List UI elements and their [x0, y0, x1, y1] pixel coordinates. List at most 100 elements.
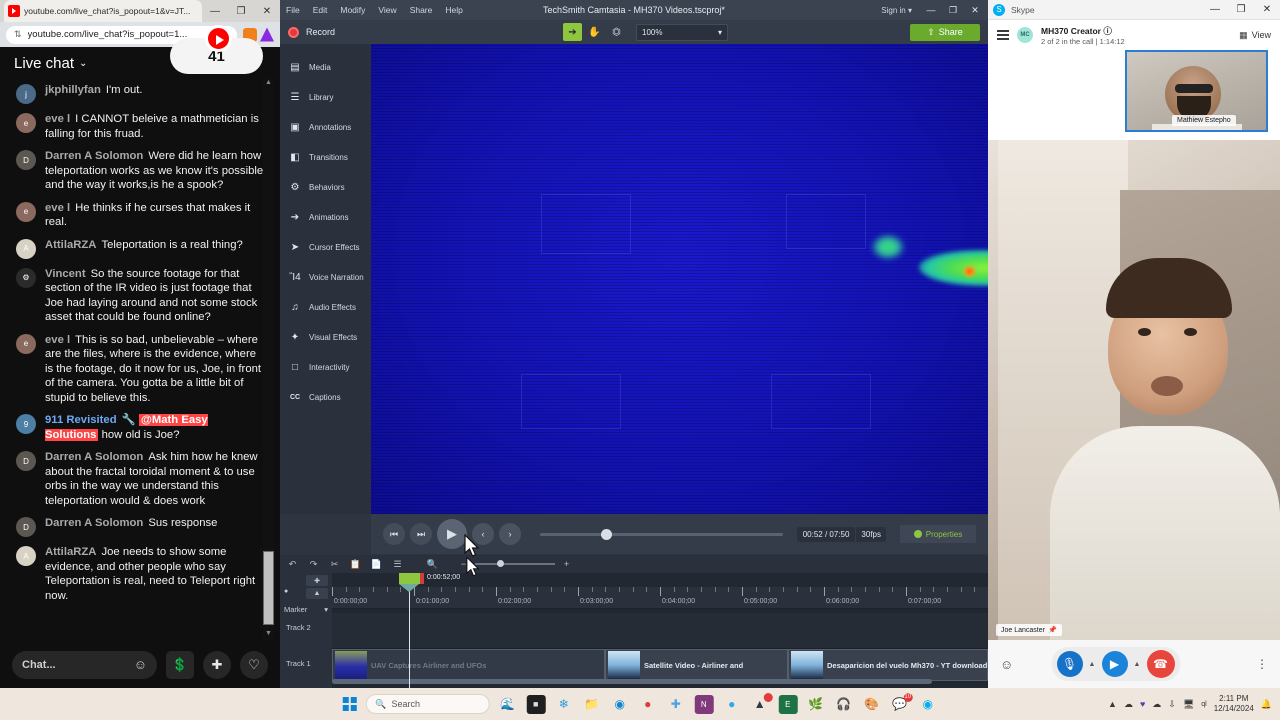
bell-icon[interactable]: 🔔: [1261, 699, 1272, 710]
drive-icon[interactable]: ▲: [750, 692, 773, 714]
add-track-button[interactable]: ✚: [306, 575, 328, 586]
camtasia-close-button[interactable]: ✕: [964, 0, 986, 20]
chat-message-list[interactable]: j jkphillyfan I'm out. e eve lI CANNOT belei…: [0, 79, 280, 641]
rail-item-transitions[interactable]: ◧ Transitions: [280, 142, 371, 172]
chat-message[interactable]: e eve l This is so bad, unbelievable – whe…: [0, 329, 280, 410]
chevron-down-icon[interactable]: ▾: [324, 605, 328, 614]
avatar[interactable]: D: [16, 150, 36, 170]
onenote-icon[interactable]: N: [694, 694, 714, 714]
chat-message-author[interactable]: Darren A Solomon: [45, 150, 143, 162]
camtasia-icon[interactable]: ■: [526, 694, 546, 714]
extension-purple-icon[interactable]: [260, 27, 274, 42]
camtasia-minimize-button[interactable]: —: [920, 0, 942, 20]
record-dot-icon[interactable]: ●: [284, 588, 288, 595]
hamburger-menu-icon[interactable]: [997, 30, 1009, 40]
properties-button[interactable]: Properties: [900, 525, 976, 543]
emoji-icon[interactable]: ☺: [134, 657, 147, 672]
windows-start-icon[interactable]: [342, 697, 357, 711]
chat-scrollbar[interactable]: ▲ ▼: [263, 79, 274, 641]
info-icon[interactable]: ⓘ: [1103, 26, 1112, 36]
timeline-clip[interactable]: Desaparicion del vuelo Mh370 - YT downlo…: [788, 649, 988, 681]
marker-row-header[interactable]: Marker ▾: [280, 601, 332, 617]
scroll-up-arrow-icon[interactable]: ▲: [263, 79, 274, 90]
chat-message-author[interactable]: Darren A Solomon: [45, 451, 143, 463]
select-tool-icon[interactable]: ➔: [563, 23, 582, 41]
playback-scrubber[interactable]: [540, 528, 783, 540]
copy-icon[interactable]: 📋: [349, 559, 362, 570]
browser-close-button[interactable]: ✕: [254, 0, 280, 22]
paint-icon[interactable]: 🎨: [862, 695, 881, 714]
chevron-up-icon[interactable]: ▲: [1108, 699, 1117, 709]
download-icon[interactable]: ⇩: [1168, 699, 1176, 710]
browser-minimize-button[interactable]: —: [202, 0, 228, 22]
avatar[interactable]: A: [16, 238, 36, 259]
chat-message-author[interactable]: jkphillyfan: [45, 84, 101, 96]
chat-input[interactable]: Chat... ☺: [12, 650, 157, 679]
chat-message[interactable]: A AttilaRZA Joe needs to show some evidenc…: [0, 541, 280, 607]
chat-message-author[interactable]: 911 Revisited: [45, 414, 117, 426]
headset-icon[interactable]: 🎧: [834, 695, 853, 714]
super-chat-icon[interactable]: 💲: [166, 650, 194, 679]
sign-in-button[interactable]: Sign in ▾: [881, 6, 912, 15]
browser-tab[interactable]: youtube.com/live_chat?is_popout=1&v=JT..…: [4, 0, 202, 22]
chat-message-author[interactable]: Vincent: [45, 268, 86, 280]
menu-item-modify[interactable]: Modify: [340, 5, 365, 15]
paste-icon[interactable]: 📄: [370, 559, 383, 570]
chat-message[interactable]: D Darren A Solomon Ask him how he knew abo…: [0, 446, 280, 512]
youtube-extension-icon[interactable]: [205, 25, 232, 52]
timeline-zoom-knob[interactable]: [497, 560, 504, 567]
chat-message[interactable]: 9 911 Revisited 🔧 @Math Easy Solutions how…: [0, 409, 280, 446]
taskbar-search[interactable]: 🔍 Search: [365, 694, 490, 714]
rail-item-voice-narration[interactable]: Ἲ4 Voice Narration: [280, 262, 371, 292]
leaf-icon[interactable]: 🌿: [806, 695, 825, 714]
cut-icon[interactable]: ✂: [328, 559, 341, 570]
chat-message-author[interactable]: eve l: [45, 202, 70, 214]
health-icon[interactable]: ♥: [1140, 699, 1145, 709]
maps-icon[interactable]: ●: [638, 695, 657, 714]
edge-icon[interactable]: ◉: [610, 695, 629, 714]
redo-icon[interactable]: ↷: [307, 559, 320, 570]
timeline-playhead[interactable]: 0:00:52;00: [399, 573, 460, 688]
timeline-canvas[interactable]: ✚ ▲ ● Marker ▾ Track 2 Track 1 0:00:00;0…: [280, 573, 988, 688]
rail-item-cursor-effects[interactable]: ➤ Cursor Effects: [280, 232, 371, 262]
avatar[interactable]: D: [16, 517, 36, 537]
chevron-down-icon[interactable]: ▾: [718, 28, 722, 37]
chat-message-author[interactable]: Darren A Solomon: [45, 517, 143, 529]
record-icon[interactable]: [288, 26, 299, 38]
browser-maximize-button[interactable]: ❐: [228, 0, 254, 22]
chat-message[interactable]: ⚙ Vincent So the source footage for that s…: [0, 263, 280, 329]
plus-icon[interactable]: ✚: [203, 650, 231, 679]
video-icon[interactable]: ▶: [1101, 651, 1128, 677]
avatar[interactable]: e: [16, 201, 36, 222]
rail-item-interactivity[interactable]: □ Interactivity: [280, 352, 371, 382]
skype-minimize-button[interactable]: —: [1202, 0, 1228, 21]
avatar[interactable]: ⚙: [16, 267, 36, 288]
menu-item-help[interactable]: Help: [445, 5, 462, 15]
chat-message[interactable]: D Darren A Solomon Were did he learn how t…: [0, 145, 280, 197]
cloud-icon[interactable]: ☁: [1152, 699, 1161, 710]
mic-options-chevron-icon[interactable]: ▲: [1086, 661, 1099, 668]
rail-item-behaviors[interactable]: ⚙ Behaviors: [280, 172, 371, 202]
playhead-grip[interactable]: [399, 573, 420, 592]
video-options-chevron-icon[interactable]: ▲: [1131, 661, 1144, 668]
zoom-in-icon[interactable]: +: [560, 559, 573, 569]
menu-item-file[interactable]: File: [286, 5, 300, 15]
mic-icon[interactable]: 🎙: [1056, 651, 1083, 677]
chat-message[interactable]: A AttilaRZA Teleportation is a real thing?: [0, 234, 280, 263]
share-button[interactable]: ⇧ Share: [910, 23, 980, 41]
remote-video-tile[interactable]: Joe Lancaster 📌: [988, 140, 1280, 640]
telegram-icon[interactable]: ●: [722, 695, 741, 714]
more-icon[interactable]: ⋮: [1256, 657, 1268, 671]
avatar[interactable]: e: [16, 113, 36, 133]
chat-message[interactable]: e eve lI CANNOT beleive a mathmetician is…: [0, 108, 280, 145]
play-button[interactable]: ▶: [437, 519, 467, 549]
chrome-icon[interactable]: 🌊: [498, 695, 517, 714]
timeline-track-1[interactable]: UAV Captures Airliner and UFOs Satellite …: [332, 649, 988, 681]
rail-item-animations[interactable]: ➔ Animations: [280, 202, 371, 232]
figma-icon[interactable]: ✚: [666, 695, 685, 714]
photos-icon[interactable]: ❄: [554, 695, 573, 714]
rail-item-visual-effects[interactable]: ✦ Visual Effects: [280, 322, 371, 352]
zoom-icon[interactable]: 🔍: [426, 559, 439, 570]
chat-message-author[interactable]: eve l: [45, 334, 70, 346]
avatar[interactable]: j: [16, 84, 36, 104]
